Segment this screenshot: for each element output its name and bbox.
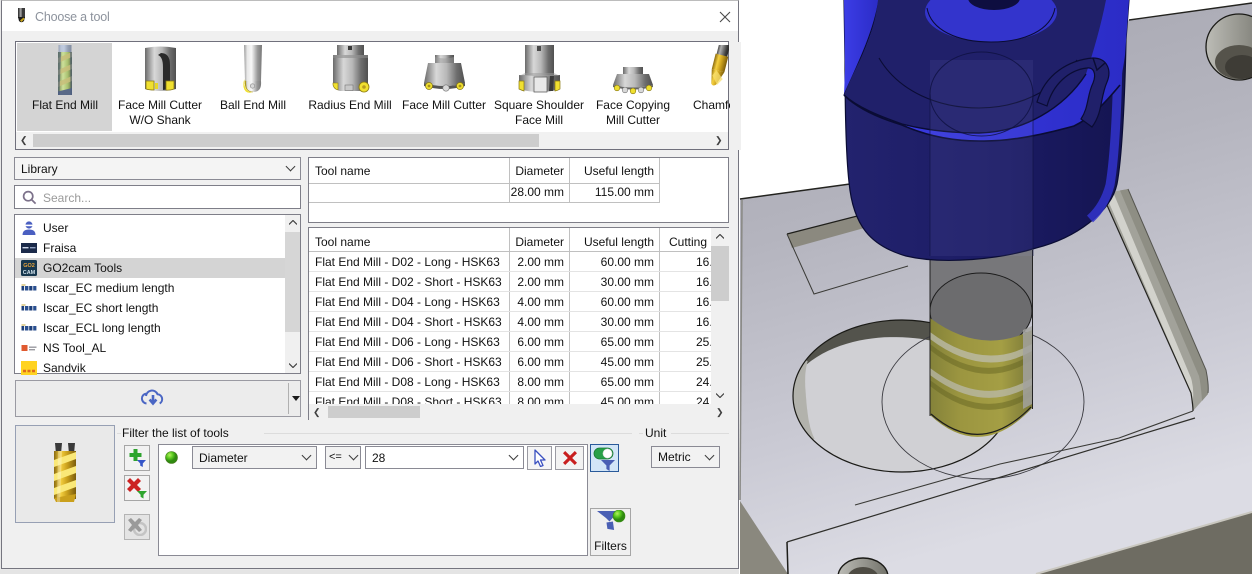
svg-text:GO2: GO2: [23, 263, 35, 269]
svg-text:CAM: CAM: [23, 270, 36, 276]
